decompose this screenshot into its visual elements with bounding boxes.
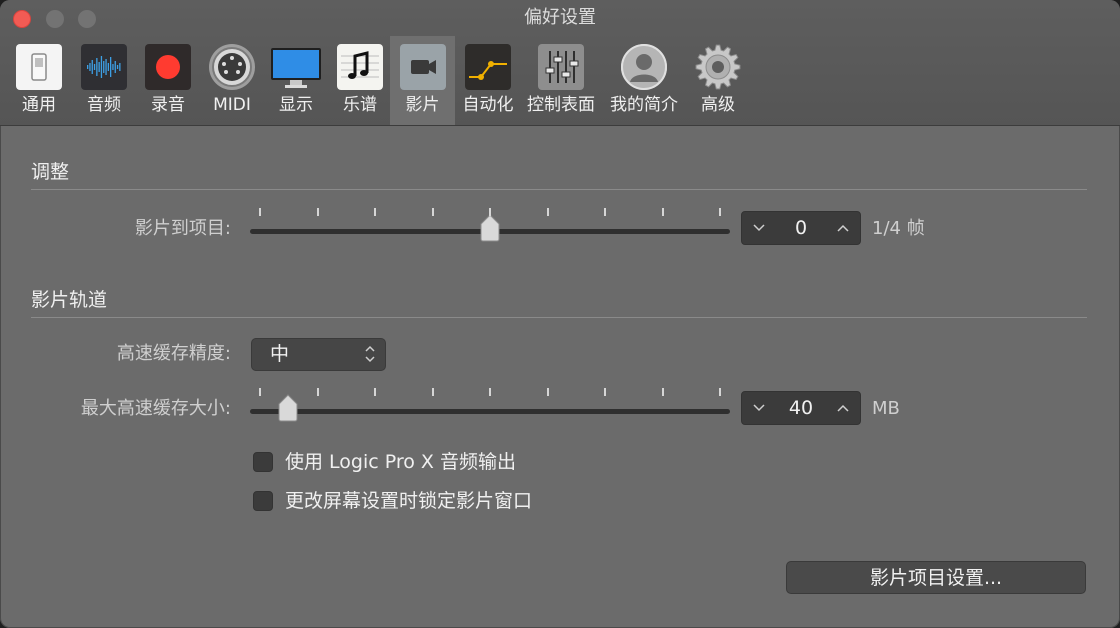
- tab-label: 我的简介: [610, 95, 678, 115]
- movie-offset-unit: 1/4 帧: [872, 218, 925, 239]
- tab-my-info[interactable]: 我的简介: [605, 36, 683, 125]
- slider-tick: [374, 208, 376, 216]
- increment-button[interactable]: [828, 212, 858, 244]
- chevron-down-icon: [753, 224, 765, 232]
- slider-tick: [661, 388, 664, 396]
- tab-label: 乐谱: [343, 95, 377, 115]
- tab-label: 通用: [22, 95, 56, 115]
- gear-icon: [695, 44, 741, 90]
- movie-offset-slider[interactable]: [250, 208, 730, 248]
- checkbox-box[interactable]: [253, 491, 273, 511]
- tab-label: 录音: [151, 95, 185, 115]
- use-logic-audio-checkbox[interactable]: 使用 Logic Pro X 音频输出: [253, 450, 516, 474]
- cache-quality-label: 高速缓存精度:: [116, 343, 231, 364]
- max-cache-size-value[interactable]: 40: [772, 392, 830, 424]
- tab-label: 高级: [701, 95, 735, 115]
- checkbox-label[interactable]: 更改屏幕设置时锁定影片窗口: [285, 489, 532, 513]
- tab-record[interactable]: 录音: [136, 36, 200, 125]
- section-header-movie-track: 影片轨道: [31, 289, 108, 311]
- slider-tick: [719, 208, 721, 216]
- movie-project-settings-button[interactable]: 影片项目设置...: [786, 561, 1086, 594]
- slider-tick: [431, 388, 434, 396]
- max-cache-size-unit: MB: [872, 398, 900, 419]
- decrement-button[interactable]: [744, 212, 774, 244]
- cache-quality-value: 中: [270, 343, 290, 365]
- up-down-arrows-icon: [365, 345, 375, 363]
- slider-track: [250, 409, 730, 414]
- tab-label: 影片: [405, 95, 440, 115]
- tab-label: 自动化: [462, 95, 514, 115]
- preferences-window: 偏好设置 通用 音频 录音 MIDI 显示 乐谱 影片 自动化 控制表面 我的简…: [0, 0, 1120, 628]
- tab-control-surfaces[interactable]: 控制表面: [523, 36, 599, 125]
- section-divider: [31, 189, 1087, 190]
- title-bar: 偏好设置 通用 音频 录音 MIDI 显示 乐谱 影片 自动化 控制表面 我的简…: [0, 0, 1120, 126]
- record-icon: [145, 44, 191, 90]
- movie-offset-label: 影片到项目:: [134, 218, 231, 239]
- tab-label: 音频: [87, 95, 121, 115]
- decrement-button[interactable]: [744, 392, 774, 424]
- slider-tick: [604, 388, 606, 396]
- chevron-up-icon: [837, 404, 849, 412]
- cache-quality-select[interactable]: 中: [251, 338, 386, 371]
- lock-movie-window-checkbox[interactable]: 更改屏幕设置时锁定影片窗口: [253, 489, 532, 513]
- window-title: 偏好设置: [524, 7, 596, 28]
- slider-tick: [259, 208, 261, 216]
- slider-tick: [546, 208, 549, 216]
- checkbox-label[interactable]: 使用 Logic Pro X 音频输出: [285, 450, 516, 474]
- slider-tick: [316, 208, 319, 216]
- slider-tick: [719, 388, 721, 396]
- tab-audio[interactable]: 音频: [72, 36, 136, 125]
- slider-tick: [546, 388, 549, 396]
- tab-label: 控制表面: [527, 95, 595, 115]
- slider-tick: [431, 208, 434, 216]
- tab-movie[interactable]: 影片: [390, 36, 455, 125]
- faders-icon: [538, 44, 584, 90]
- tab-label: 显示: [279, 95, 313, 115]
- increment-button[interactable]: [828, 392, 858, 424]
- tab-automation[interactable]: 自动化: [455, 36, 521, 125]
- max-cache-size-label: 最大高速缓存大小:: [80, 398, 231, 419]
- tab-advanced[interactable]: 高级: [686, 36, 750, 125]
- switch-icon: [16, 44, 62, 90]
- movie-offset-stepper[interactable]: 0: [741, 211, 861, 245]
- slider-tick: [374, 388, 376, 396]
- automation-curve-icon: [465, 44, 511, 90]
- user-silhouette-icon: [621, 44, 667, 90]
- max-cache-size-slider[interactable]: [250, 388, 730, 428]
- slider-tick: [316, 388, 319, 396]
- slider-tick: [489, 208, 491, 216]
- display-icon: [270, 44, 322, 90]
- waveform-icon: [81, 44, 127, 90]
- midi-port-icon: [209, 44, 255, 90]
- section-divider: [31, 317, 1087, 318]
- slider-thumb[interactable]: [478, 214, 502, 242]
- slider-tick: [604, 208, 606, 216]
- movie-offset-value[interactable]: 0: [772, 212, 830, 244]
- checkbox-box[interactable]: [253, 452, 273, 472]
- slider-thumb[interactable]: [276, 394, 300, 422]
- tab-score[interactable]: 乐谱: [328, 36, 392, 125]
- section-header-adjust: 调整: [31, 161, 70, 183]
- slider-tick: [259, 388, 261, 396]
- video-camera-icon: [399, 44, 446, 90]
- tab-display[interactable]: 显示: [264, 36, 328, 125]
- tab-general[interactable]: 通用: [6, 36, 72, 125]
- slider-tick: [661, 208, 664, 216]
- slider-tick: [489, 388, 491, 396]
- max-cache-size-stepper[interactable]: 40: [741, 391, 861, 425]
- tab-label: MIDI: [213, 95, 251, 115]
- chevron-up-icon: [837, 224, 849, 232]
- chevron-down-icon: [753, 404, 765, 412]
- tab-midi[interactable]: MIDI: [200, 36, 264, 125]
- music-note-icon: [337, 44, 383, 90]
